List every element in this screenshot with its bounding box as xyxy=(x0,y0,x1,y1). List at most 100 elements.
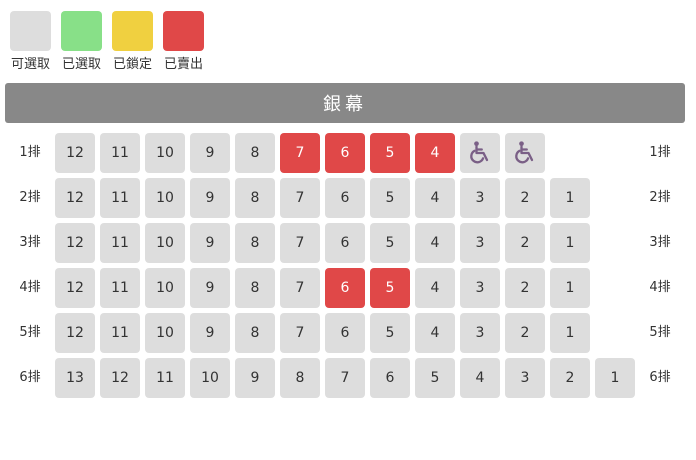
seat-available[interactable]: 11 xyxy=(100,178,140,218)
seat-sold: 5 xyxy=(370,133,410,173)
row-label-left: 4排 xyxy=(19,280,41,295)
seat-available[interactable]: 12 xyxy=(55,313,95,353)
seat-available[interactable]: 3 xyxy=(460,223,500,263)
row-label-left: 3排 xyxy=(19,235,41,250)
seat-available[interactable]: 8 xyxy=(235,313,275,353)
legend-swatch-sold xyxy=(163,11,204,51)
seat-available[interactable]: 11 xyxy=(100,133,140,173)
seat-available[interactable]: 9 xyxy=(190,268,230,308)
cinema-screen: 銀幕 xyxy=(5,83,685,123)
seat-available[interactable]: 9 xyxy=(190,313,230,353)
seat-available[interactable]: 3 xyxy=(505,358,545,398)
seat-available[interactable]: 5 xyxy=(415,358,455,398)
seat-available[interactable]: 9 xyxy=(235,358,275,398)
seat-wheelchair[interactable] xyxy=(460,133,500,173)
seat-available[interactable]: 10 xyxy=(190,358,230,398)
wheelchair-icon xyxy=(511,139,539,167)
seat-available[interactable]: 12 xyxy=(55,223,95,263)
seat-available[interactable]: 5 xyxy=(370,313,410,353)
seat-available[interactable]: 11 xyxy=(100,223,140,263)
seat-available[interactable]: 12 xyxy=(55,268,95,308)
row-label-right: 3排 xyxy=(649,235,671,250)
seat-available[interactable]: 10 xyxy=(145,268,185,308)
seat-wheelchair[interactable] xyxy=(505,133,545,173)
row-label-right: 4排 xyxy=(649,280,671,295)
seat-available[interactable]: 1 xyxy=(550,223,590,263)
seat-available[interactable]: 11 xyxy=(100,268,140,308)
seat-available[interactable]: 4 xyxy=(415,268,455,308)
seat-sold: 6 xyxy=(325,133,365,173)
seat-available[interactable]: 6 xyxy=(325,223,365,263)
seat-available[interactable]: 10 xyxy=(145,178,185,218)
row-label-left: 2排 xyxy=(19,190,41,205)
seat-available[interactable]: 8 xyxy=(235,268,275,308)
legend-label-selected: 已選取 xyxy=(61,57,101,72)
legend-item-selected: 已選取 xyxy=(56,11,107,72)
row-label-right: 1排 xyxy=(649,145,671,160)
seat-available[interactable]: 1 xyxy=(550,313,590,353)
seat-available[interactable]: 13 xyxy=(55,358,95,398)
legend-item-sold: 已賣出 xyxy=(158,11,209,72)
legend-label-sold: 已賣出 xyxy=(163,57,203,72)
legend-swatch-available xyxy=(10,11,51,51)
seat-available[interactable]: 8 xyxy=(235,178,275,218)
seat-available[interactable]: 1 xyxy=(550,178,590,218)
seat-available[interactable]: 11 xyxy=(145,358,185,398)
seat-available[interactable]: 3 xyxy=(460,313,500,353)
seat-available[interactable]: 5 xyxy=(370,178,410,218)
seat-available[interactable]: 7 xyxy=(280,178,320,218)
seat-available[interactable]: 3 xyxy=(460,178,500,218)
seat-available[interactable]: 7 xyxy=(280,268,320,308)
seat-available[interactable]: 2 xyxy=(505,313,545,353)
seat-sold: 5 xyxy=(370,268,410,308)
seat-available[interactable]: 5 xyxy=(370,223,410,263)
row-label-left: 1排 xyxy=(19,145,41,160)
row-label-right: 6排 xyxy=(649,370,671,385)
seat-available[interactable]: 10 xyxy=(145,223,185,263)
seat-sold: 7 xyxy=(280,133,320,173)
seat-available[interactable]: 2 xyxy=(505,178,545,218)
seat-available[interactable]: 8 xyxy=(235,223,275,263)
seat-available[interactable]: 6 xyxy=(370,358,410,398)
seat-available[interactable]: 1 xyxy=(595,358,635,398)
wheelchair-icon xyxy=(466,139,494,167)
seat-available[interactable]: 2 xyxy=(505,223,545,263)
seat-available[interactable]: 8 xyxy=(280,358,320,398)
seat-available[interactable]: 12 xyxy=(100,358,140,398)
legend-item-locked: 已鎖定 xyxy=(107,11,158,72)
seat-available[interactable]: 2 xyxy=(505,268,545,308)
legend-label-locked: 已鎖定 xyxy=(112,57,152,72)
seat-available[interactable]: 10 xyxy=(145,313,185,353)
seat-available[interactable]: 4 xyxy=(415,313,455,353)
seat-available[interactable]: 4 xyxy=(460,358,500,398)
legend-swatch-selected xyxy=(61,11,102,51)
seat-sold: 4 xyxy=(415,133,455,173)
row-label-left: 5排 xyxy=(19,325,41,340)
seat-available[interactable]: 6 xyxy=(325,313,365,353)
legend-swatch-locked xyxy=(112,11,153,51)
seat-available[interactable]: 12 xyxy=(55,178,95,218)
legend-item-available: 可選取 xyxy=(5,11,56,72)
seat-available[interactable]: 9 xyxy=(190,178,230,218)
seat-available[interactable]: 11 xyxy=(100,313,140,353)
seat-available[interactable]: 4 xyxy=(415,223,455,263)
seat-available[interactable]: 7 xyxy=(280,223,320,263)
seat-available[interactable]: 6 xyxy=(325,178,365,218)
seat-available[interactable]: 9 xyxy=(190,133,230,173)
row-label-right: 5排 xyxy=(649,325,671,340)
seat-sold: 6 xyxy=(325,268,365,308)
seat-available[interactable]: 9 xyxy=(190,223,230,263)
seat-legend: 可選取 已選取 已鎖定 已賣出 xyxy=(5,11,209,72)
seat-available[interactable]: 8 xyxy=(235,133,275,173)
row-label-right: 2排 xyxy=(649,190,671,205)
seat-available[interactable]: 2 xyxy=(550,358,590,398)
seat-available[interactable]: 1 xyxy=(550,268,590,308)
row-label-left: 6排 xyxy=(19,370,41,385)
legend-label-available: 可選取 xyxy=(10,57,50,72)
seat-available[interactable]: 3 xyxy=(460,268,500,308)
seat-available[interactable]: 12 xyxy=(55,133,95,173)
seat-available[interactable]: 7 xyxy=(325,358,365,398)
seat-available[interactable]: 7 xyxy=(280,313,320,353)
seat-available[interactable]: 10 xyxy=(145,133,185,173)
seat-available[interactable]: 4 xyxy=(415,178,455,218)
